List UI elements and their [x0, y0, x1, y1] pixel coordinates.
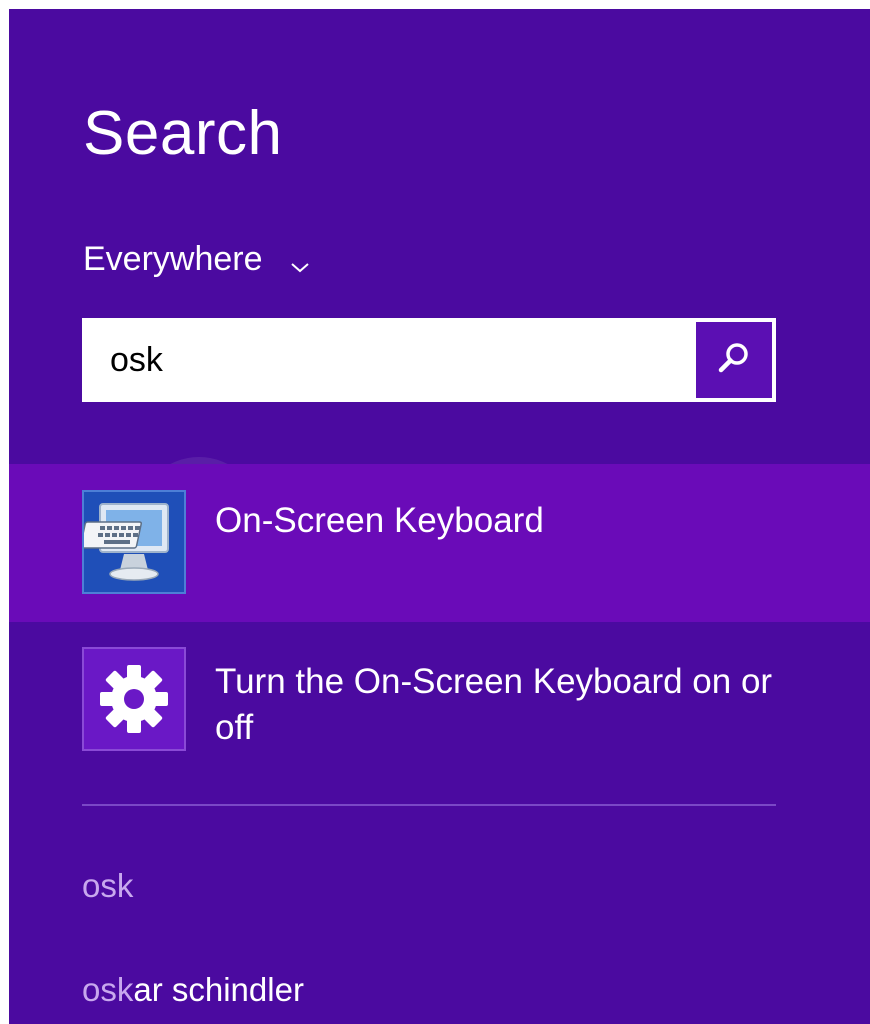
chevron-down-icon — [289, 248, 311, 273]
suggestion-typed-text: osk — [82, 867, 134, 904]
search-box — [82, 318, 776, 402]
on-screen-keyboard-icon — [79, 490, 186, 594]
search-scope-label: Everywhere — [83, 239, 263, 278]
search-input[interactable] — [84, 320, 696, 400]
search-icon — [714, 338, 754, 383]
gear-icon — [82, 647, 186, 751]
result-turn-osk-on-off[interactable]: Turn the On-Screen Keyboard on or off — [9, 637, 870, 785]
result-label: Turn the On-Screen Keyboard on or off — [215, 662, 773, 747]
suggestion-item[interactable]: oskar schindler — [82, 971, 304, 1009]
search-button[interactable] — [696, 322, 772, 398]
result-label: On-Screen Keyboard — [215, 501, 544, 540]
suggestion-typed-text: osk — [82, 971, 134, 1008]
search-charm-panel: Search Everywhere osk On-Screen Keyboard… — [9, 9, 870, 1024]
panel-title: Search — [83, 99, 283, 168]
divider — [82, 804, 776, 806]
suggestion-item[interactable]: osk — [82, 867, 133, 905]
result-on-screen-keyboard[interactable]: On-Screen Keyboard — [9, 464, 870, 622]
search-scope-dropdown[interactable]: Everywhere — [83, 239, 311, 279]
suggestion-completion-text: ar schindler — [133, 971, 304, 1008]
